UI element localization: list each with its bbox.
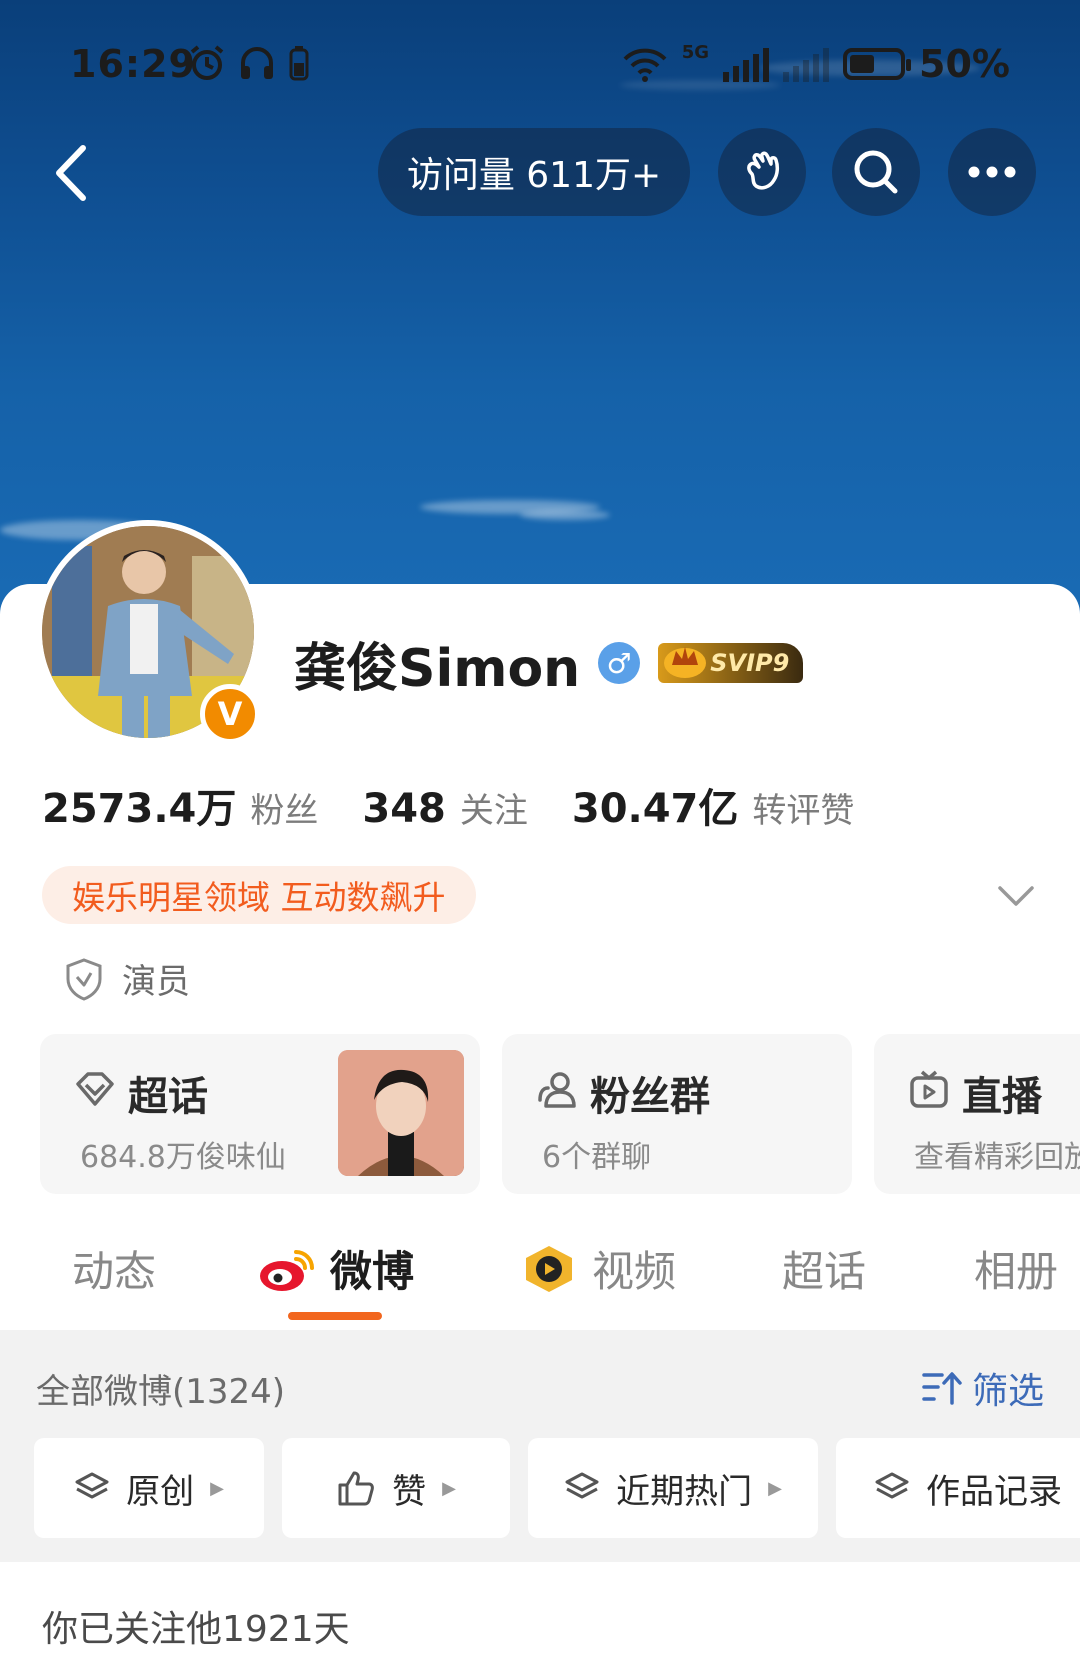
search-button[interactable] bbox=[832, 128, 920, 216]
visits-count-pill[interactable]: 访问量 611万+ bbox=[378, 128, 690, 216]
headphones-icon bbox=[241, 47, 273, 79]
chip-original[interactable]: 原创 ▶ bbox=[34, 1438, 264, 1538]
battery-percent: 50% bbox=[919, 42, 1010, 86]
play-arrow-icon: ▶ bbox=[210, 1477, 224, 1499]
feed-title: 全部微博(1324) bbox=[36, 1372, 286, 1412]
supertopic-thumbnail bbox=[338, 1050, 464, 1176]
live-card[interactable]: 直播 查看精彩回放 bbox=[874, 1034, 1080, 1194]
play-arrow-icon: ▶ bbox=[442, 1477, 456, 1499]
layers-icon bbox=[565, 1472, 599, 1499]
network-type: 5G bbox=[681, 42, 710, 63]
profile-name: 龚俊Simon bbox=[294, 638, 581, 699]
wifi-icon bbox=[623, 48, 667, 82]
stat-followers[interactable]: 2573.4万 粉丝 bbox=[42, 776, 318, 834]
filter-sort-icon bbox=[922, 1372, 962, 1405]
search-icon bbox=[854, 150, 898, 194]
profile-name-row: 龚俊Simon ♂ SVIP9 bbox=[294, 628, 804, 699]
chip-trending[interactable]: 近期热门 ▶ bbox=[528, 1438, 818, 1538]
profile-stats: 2573.4万 粉丝 348 关注 30.47亿 转评赞 bbox=[42, 776, 854, 834]
signal-strength-2-icon bbox=[783, 46, 830, 82]
feed-header: 全部微博(1324) 筛选 原创 ▶ 赞 ▶ 近期热门 ▶ 作品记录 bbox=[0, 1330, 1080, 1562]
live-title: 直播 bbox=[962, 1074, 1042, 1120]
status-bar: 16:29 5G 50% bbox=[0, 38, 1080, 94]
wave-hand-icon bbox=[747, 151, 780, 190]
crown-icon bbox=[664, 647, 707, 678]
supertopic-title: 超话 bbox=[128, 1074, 208, 1120]
role-row: 演员 bbox=[64, 954, 190, 1003]
video-badge-icon bbox=[526, 1245, 572, 1292]
battery-icon bbox=[843, 48, 912, 80]
follow-duration-note: 你已关注他1921天 bbox=[42, 1609, 350, 1650]
profile-tabs: 动态 微博 视频 超话 相册 bbox=[0, 1226, 1080, 1326]
chip-works[interactable]: 作品记录 bbox=[836, 1438, 1080, 1538]
live-subtitle: 查看精彩回放 bbox=[914, 1140, 1080, 1175]
tab-dynamic[interactable]: 动态 bbox=[72, 1238, 156, 1299]
svip-label: SVIP9 bbox=[710, 649, 790, 677]
tab-weibo[interactable]: 微博 bbox=[258, 1238, 414, 1299]
visits-label: 访问量 611万+ bbox=[406, 155, 662, 196]
verified-badge: V bbox=[200, 684, 260, 744]
role-label: 演员 bbox=[122, 962, 190, 1002]
gender-male-icon: ♂ bbox=[598, 642, 641, 684]
stat-interactions[interactable]: 30.47亿 转评赞 bbox=[572, 776, 855, 834]
top-nav: 访问量 611万+ bbox=[0, 128, 1080, 216]
tv-play-icon bbox=[910, 1070, 948, 1108]
svip-badge[interactable]: SVIP9 bbox=[658, 643, 804, 683]
weibo-logo-icon bbox=[260, 1249, 314, 1291]
layers-icon bbox=[875, 1472, 909, 1499]
active-tab-indicator bbox=[288, 1312, 382, 1320]
chevron-down-icon[interactable] bbox=[996, 880, 1036, 910]
tab-video[interactable]: 视频 bbox=[520, 1238, 676, 1299]
signal-strength-icon bbox=[723, 46, 770, 82]
play-arrow-icon: ▶ bbox=[768, 1477, 782, 1499]
greeting-button[interactable] bbox=[718, 128, 806, 216]
fan-group-card[interactable]: 粉丝群 6个群聊 bbox=[502, 1034, 852, 1194]
group-icon bbox=[538, 1072, 576, 1108]
more-button[interactable] bbox=[948, 128, 1036, 216]
supertopic-card[interactable]: 超话 684.8万俊味仙 bbox=[40, 1034, 480, 1194]
tab-supertopic[interactable]: 超话 bbox=[782, 1238, 866, 1299]
filter-button[interactable]: 筛选 bbox=[922, 1362, 1044, 1414]
feature-cards: 超话 684.8万俊味仙 粉丝群 6个群聊 直播 查看精彩回放 bbox=[40, 1034, 1080, 1194]
back-arrow-icon bbox=[56, 145, 86, 201]
tab-album[interactable]: 相册 bbox=[974, 1238, 1058, 1299]
domain-tag[interactable]: 娱乐明星领域 互动数飙升 bbox=[42, 866, 476, 924]
fan-group-subtitle: 6个群聊 bbox=[542, 1140, 652, 1175]
more-dots-icon bbox=[968, 166, 1016, 178]
stat-following[interactable]: 348 关注 bbox=[362, 783, 528, 832]
fan-group-title: 粉丝群 bbox=[590, 1074, 710, 1120]
supertopic-subtitle: 684.8万俊味仙 bbox=[80, 1140, 286, 1175]
back-button[interactable] bbox=[36, 138, 106, 208]
diamond-icon bbox=[76, 1072, 114, 1106]
status-time: 16:29 bbox=[70, 42, 196, 86]
domain-tag-label: 娱乐明星领域 互动数飙升 bbox=[72, 878, 446, 917]
headphone-battery-icon bbox=[289, 46, 309, 81]
thumbs-up-icon bbox=[338, 1471, 374, 1506]
chip-likes[interactable]: 赞 ▶ bbox=[282, 1438, 510, 1538]
alarm-icon bbox=[190, 45, 224, 80]
shield-check-icon bbox=[66, 957, 102, 1001]
layers-icon bbox=[75, 1472, 109, 1499]
